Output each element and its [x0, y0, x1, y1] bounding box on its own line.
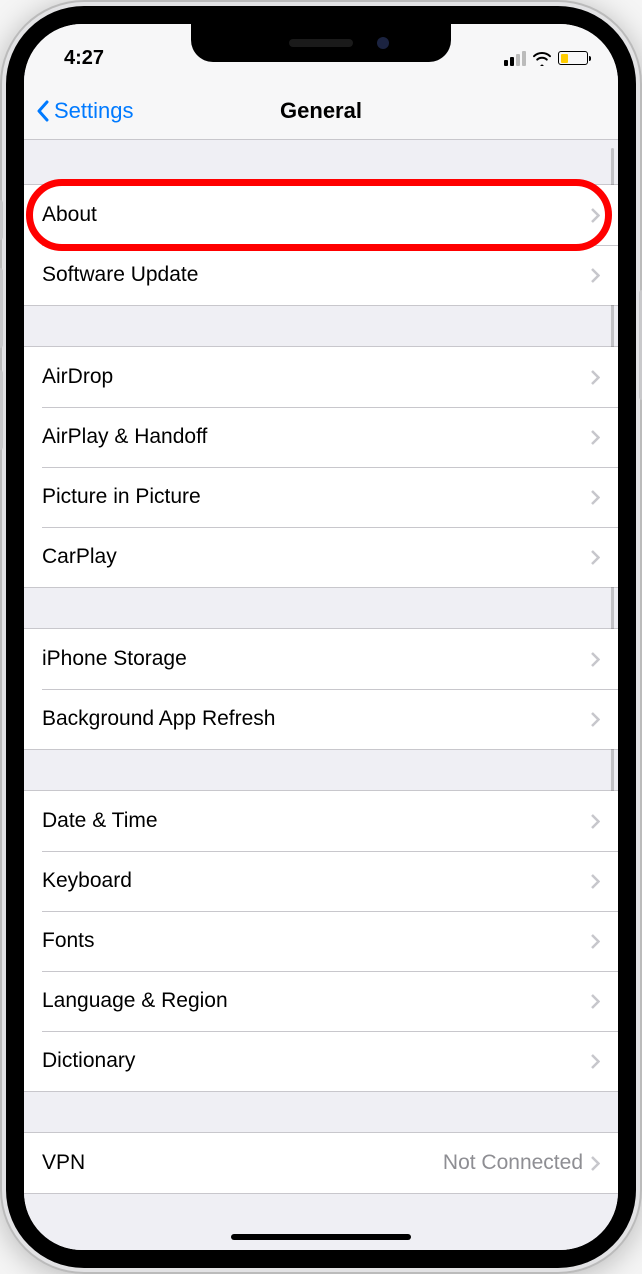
- row-label: Picture in Picture: [42, 485, 591, 509]
- row-picture-in-picture[interactable]: Picture in Picture: [24, 467, 618, 527]
- chevron-right-icon: [591, 1156, 600, 1171]
- row-carplay[interactable]: CarPlay: [24, 527, 618, 587]
- row-label: CarPlay: [42, 545, 591, 569]
- back-button[interactable]: Settings: [36, 98, 134, 124]
- chevron-right-icon: [591, 712, 600, 727]
- settings-group: About Software Update: [24, 184, 618, 306]
- row-label: AirDrop: [42, 365, 591, 389]
- row-label: Software Update: [42, 263, 591, 287]
- navigation-bar: Settings General: [24, 82, 618, 140]
- row-dictionary[interactable]: Dictionary: [24, 1031, 618, 1091]
- battery-fill: [561, 54, 568, 63]
- row-label: Language & Region: [42, 989, 591, 1013]
- chevron-right-icon: [591, 490, 600, 505]
- speaker-grill: [289, 39, 353, 47]
- row-label: Dictionary: [42, 1049, 591, 1073]
- phone-bezel: 4:27: [6, 6, 636, 1268]
- back-button-label: Settings: [54, 98, 134, 124]
- row-software-update[interactable]: Software Update: [24, 245, 618, 305]
- chevron-right-icon: [591, 370, 600, 385]
- chevron-left-icon: [36, 100, 50, 122]
- row-label: Date & Time: [42, 809, 591, 833]
- row-label: iPhone Storage: [42, 647, 591, 671]
- status-icons: [504, 40, 588, 66]
- chevron-right-icon: [591, 652, 600, 667]
- status-time: 4:27: [64, 37, 104, 70]
- settings-group: AirDrop AirPlay & Handoff Picture in Pictu…: [24, 346, 618, 588]
- row-label: About: [42, 203, 591, 227]
- row-date-time[interactable]: Date & Time: [24, 791, 618, 851]
- row-label: Fonts: [42, 929, 591, 953]
- row-airplay-handoff[interactable]: AirPlay & Handoff: [24, 407, 618, 467]
- row-background-app-refresh[interactable]: Background App Refresh: [24, 689, 618, 749]
- phone-frame: 4:27: [0, 0, 642, 1274]
- row-keyboard[interactable]: Keyboard: [24, 851, 618, 911]
- notch: [191, 24, 451, 62]
- home-indicator[interactable]: [231, 1234, 411, 1240]
- row-label: Background App Refresh: [42, 707, 591, 731]
- settings-group: VPNNot Connected: [24, 1132, 618, 1194]
- row-iphone-storage[interactable]: iPhone Storage: [24, 629, 618, 689]
- mute-switch: [0, 200, 3, 240]
- chevron-right-icon: [591, 550, 600, 565]
- row-about[interactable]: About: [24, 185, 618, 245]
- screen: 4:27: [24, 24, 618, 1250]
- battery-icon: [558, 51, 588, 65]
- volume-down-button: [0, 370, 3, 450]
- wifi-icon: [532, 50, 552, 66]
- chevron-right-icon: [591, 208, 600, 223]
- volume-up-button: [0, 268, 3, 348]
- row-language-region[interactable]: Language & Region: [24, 971, 618, 1031]
- chevron-right-icon: [591, 430, 600, 445]
- chevron-right-icon: [591, 874, 600, 889]
- chevron-right-icon: [591, 934, 600, 949]
- chevron-right-icon: [591, 814, 600, 829]
- row-value: Not Connected: [443, 1151, 583, 1175]
- row-fonts[interactable]: Fonts: [24, 911, 618, 971]
- row-label: AirPlay & Handoff: [42, 425, 591, 449]
- row-vpn[interactable]: VPNNot Connected: [24, 1133, 618, 1193]
- row-airdrop[interactable]: AirDrop: [24, 347, 618, 407]
- settings-group: iPhone Storage Background App Refresh: [24, 628, 618, 750]
- row-label: Keyboard: [42, 869, 591, 893]
- cellular-signal-icon: [504, 51, 526, 66]
- content-scroll[interactable]: About Software Update AirDrop AirPlay & Han…: [24, 140, 618, 1250]
- chevron-right-icon: [591, 1054, 600, 1069]
- row-label: VPN: [42, 1151, 443, 1175]
- settings-group: Date & Time Keyboard Fonts Language & Regio…: [24, 790, 618, 1092]
- chevron-right-icon: [591, 268, 600, 283]
- front-camera: [377, 37, 389, 49]
- chevron-right-icon: [591, 994, 600, 1009]
